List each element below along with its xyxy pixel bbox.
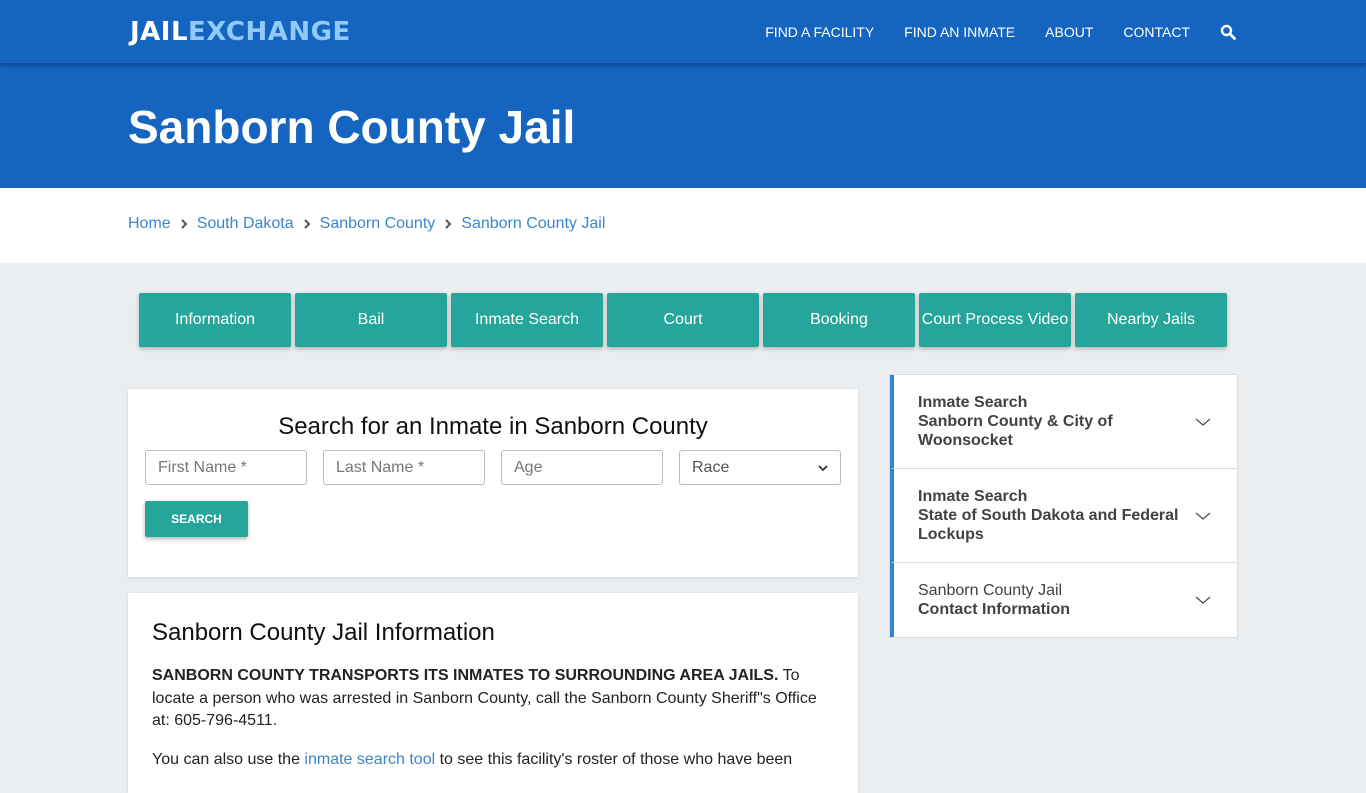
- tab-court-process-video[interactable]: Court Process Video: [919, 293, 1071, 347]
- logo-part-jail: JAIL: [130, 17, 189, 47]
- breadcrumb: Home South Dakota Sanborn County Sanborn…: [0, 188, 1366, 263]
- nav-find-facility[interactable]: FIND A FACILITY: [765, 24, 874, 40]
- search-fields: Race: [145, 450, 841, 485]
- accordion-line1: Inmate Search: [918, 488, 1028, 505]
- info-paragraph-2-text-end: to see this facility's roster of those w…: [435, 750, 793, 768]
- info-paragraph-1-bold: SANBORN COUNTY TRANSPORTS ITS INMATES TO…: [152, 667, 779, 684]
- chevron-right-icon: [303, 218, 311, 230]
- nav-about[interactable]: ABOUT: [1045, 24, 1093, 40]
- accordion-line2: Sanborn County & City of Woonsocket: [918, 413, 1113, 449]
- nav-contact[interactable]: CONTACT: [1123, 24, 1190, 40]
- accordion-line1: Sanborn County Jail: [918, 582, 1063, 599]
- breadcrumb-state[interactable]: South Dakota: [197, 215, 294, 233]
- accordion-line2: Contact Information: [918, 601, 1070, 618]
- tab-bail[interactable]: Bail: [295, 293, 447, 347]
- breadcrumb-current[interactable]: Sanborn County Jail: [461, 215, 605, 233]
- inmate-search-tool-link[interactable]: inmate search tool: [304, 751, 435, 768]
- site-logo[interactable]: JAILEXCHANGE: [130, 17, 351, 47]
- search-title: Search for an Inmate in Sanborn County: [278, 413, 708, 440]
- nav-find-inmate[interactable]: FIND AN INMATE: [904, 24, 1015, 40]
- accordion-inmate-search-state[interactable]: Inmate Search State of South Dakota and …: [890, 469, 1237, 563]
- chevron-down-icon: [1195, 596, 1211, 604]
- race-select-value: Race: [692, 458, 730, 476]
- tab-court[interactable]: Court: [607, 293, 759, 347]
- page-title: Sanborn County Jail: [128, 101, 576, 153]
- accordion-line2: State of South Dakota and Federal Lockup…: [918, 507, 1179, 543]
- info-paragraph-2-text: You can also use the: [152, 750, 305, 768]
- last-name-input[interactable]: [323, 450, 485, 485]
- accordion-line1: Inmate Search: [918, 394, 1028, 411]
- tab-information[interactable]: Information: [139, 293, 291, 347]
- breadcrumb-county[interactable]: Sanborn County: [320, 215, 436, 233]
- section-tabs: Information Bail Inmate Search Court Boo…: [139, 293, 1231, 347]
- search-button[interactable]: SEARCH: [145, 501, 248, 537]
- hero-banner: Sanborn County Jail: [0, 64, 1366, 188]
- jail-information-card: Sanborn County Jail Information SANBORN …: [128, 593, 858, 793]
- tab-nearby-jails[interactable]: Nearby Jails: [1075, 293, 1227, 347]
- inmate-search-card: Search for an Inmate in Sanborn County R…: [128, 389, 858, 577]
- top-navbar: JAILEXCHANGE FIND A FACILITY FIND AN INM…: [0, 0, 1366, 64]
- main-nav: FIND A FACILITY FIND AN INMATE ABOUT CON…: [735, 0, 1236, 64]
- accordion-inmate-search-county[interactable]: Inmate Search Sanborn County & City of W…: [890, 375, 1237, 469]
- sidebar-accordion: Inmate Search Sanborn County & City of W…: [889, 374, 1238, 638]
- chevron-down-icon: [1195, 417, 1211, 426]
- search-icon[interactable]: [1220, 24, 1236, 40]
- tab-booking[interactable]: Booking: [763, 293, 915, 347]
- info-paragraph-1: SANBORN COUNTY TRANSPORTS ITS INMATES TO…: [152, 665, 834, 733]
- race-select[interactable]: Race: [679, 450, 841, 485]
- breadcrumb-home[interactable]: Home: [128, 215, 171, 233]
- age-input[interactable]: [501, 450, 663, 485]
- first-name-input[interactable]: [145, 450, 307, 485]
- logo-part-exchange: EXCHANGE: [188, 17, 351, 47]
- chevron-down-icon: [1195, 511, 1211, 520]
- tab-inmate-search[interactable]: Inmate Search: [451, 293, 603, 347]
- chevron-down-icon: [818, 461, 828, 475]
- chevron-right-icon: [444, 218, 452, 230]
- accordion-contact-information[interactable]: Sanborn County Jail Contact Information: [890, 563, 1237, 637]
- info-title: Sanborn County Jail Information: [152, 619, 495, 646]
- chevron-right-icon: [180, 218, 188, 230]
